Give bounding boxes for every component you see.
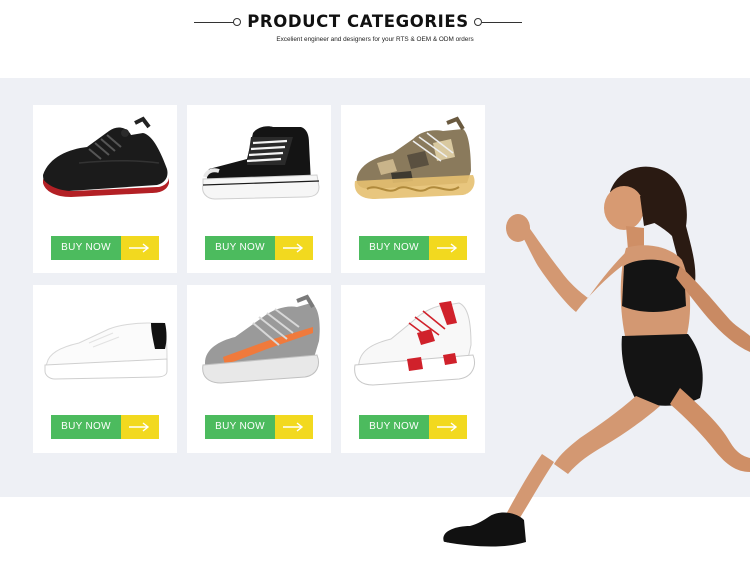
page-subtitle: Excelient engineer and designers for you…: [276, 36, 474, 43]
black-canvas-high-top-image[interactable]: [193, 113, 325, 209]
title-decoration-right: [482, 22, 522, 23]
buy-now-button[interactable]: BUY NOW: [205, 415, 313, 439]
buy-now-label: BUY NOW: [359, 415, 429, 439]
arrow-right-icon: [121, 236, 159, 260]
buy-now-button[interactable]: BUY NOW: [51, 236, 159, 260]
title-decoration-dot-left: [233, 18, 241, 26]
buy-now-label: BUY NOW: [51, 415, 121, 439]
product-grid-band: BUY NOW BUY NOW BUY NOW BUY NOW BUY NOW …: [0, 78, 750, 549]
page-title: PRODUCT CATEGORIES: [247, 12, 469, 31]
buy-now-label: BUY NOW: [51, 236, 121, 260]
product-card[interactable]: BUY NOW: [187, 105, 331, 273]
product-card[interactable]: BUY NOW: [33, 285, 177, 453]
buy-now-label: BUY NOW: [359, 236, 429, 260]
runner-photo: [441, 166, 750, 549]
title-row: PRODUCT CATEGORIES: [0, 12, 750, 34]
buy-now-button[interactable]: BUY NOW: [51, 415, 159, 439]
product-card[interactable]: BUY NOW: [33, 105, 177, 273]
white-leather-sneaker-image[interactable]: [39, 293, 171, 389]
title-decoration-left: [194, 22, 234, 23]
buy-now-label: BUY NOW: [205, 236, 275, 260]
black-knit-sneaker-image[interactable]: [39, 113, 171, 209]
section-header: PRODUCT CATEGORIES Excelient engineer an…: [0, 0, 750, 78]
product-card[interactable]: BUY NOW: [187, 285, 331, 453]
grey-orange-knit-sneaker-image[interactable]: [193, 293, 325, 389]
arrow-right-icon: [275, 415, 313, 439]
arrow-right-icon: [275, 236, 313, 260]
buy-now-button[interactable]: BUY NOW: [205, 236, 313, 260]
title-decoration-dot-right: [474, 18, 482, 26]
arrow-right-icon: [121, 415, 159, 439]
buy-now-label: BUY NOW: [205, 415, 275, 439]
